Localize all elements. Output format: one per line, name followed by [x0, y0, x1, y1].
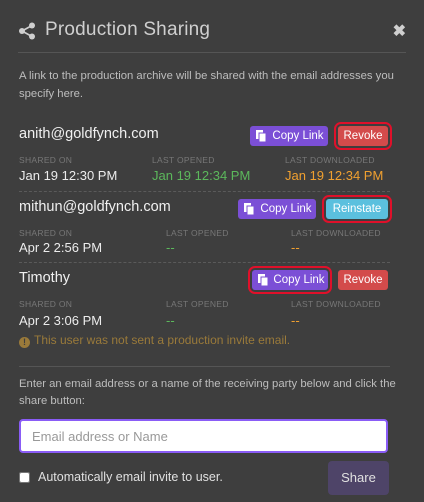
intro-text: A link to the production archive will be…	[19, 70, 394, 100]
shared-on-value: Jan 19 12:30 PM	[19, 168, 118, 183]
revoke-button[interactable]: Revoke	[334, 122, 392, 150]
invite-warning: ! This user was not sent a production inv…	[19, 333, 290, 348]
last-opened-label: LAST OPENED	[166, 228, 229, 238]
shared-on-label: SHARED ON	[19, 299, 73, 309]
auto-email-label: Automatically email invite to user.	[38, 470, 223, 484]
shared-on-label: SHARED ON	[19, 155, 73, 165]
shared-on-label: SHARED ON	[19, 228, 73, 238]
copy-link-button[interactable]: Copy Link	[238, 199, 316, 219]
dialog-header: Production Sharing ✖	[18, 18, 406, 53]
document-icon	[258, 274, 268, 286]
recipient-name: mithun@goldfynch.com	[19, 199, 171, 215]
divider	[19, 191, 390, 192]
document-icon	[256, 130, 266, 142]
share-instructions: Enter an email address or a name of the …	[19, 378, 396, 407]
document-icon	[244, 203, 254, 215]
last-opened-value: Jan 19 12:34 PM	[152, 168, 251, 183]
last-downloaded-label: LAST DOWNLOADED	[285, 155, 375, 165]
recipient-name: Timothy	[19, 270, 71, 286]
last-opened-label: LAST OPENED	[166, 299, 229, 309]
share-icon	[19, 22, 35, 40]
last-opened-value: --	[166, 313, 175, 328]
last-opened-value: --	[166, 240, 175, 255]
warning-text: This user was not sent a production invi…	[34, 333, 291, 347]
last-downloaded-label: LAST DOWNLOADED	[291, 228, 381, 238]
revoke-button[interactable]: Revoke	[338, 270, 388, 290]
exclamation-circle-icon: !	[19, 337, 30, 348]
shared-on-value: Apr 2 3:06 PM	[19, 313, 103, 328]
divider	[19, 366, 390, 367]
last-downloaded-value: --	[291, 240, 300, 255]
share-button[interactable]: Share	[328, 461, 389, 495]
email-or-name-input[interactable]	[19, 419, 388, 453]
last-opened-label: LAST OPENED	[152, 155, 215, 165]
reinstate-button[interactable]: Reinstate	[322, 195, 392, 223]
divider	[19, 262, 390, 263]
close-icon[interactable]: ✖	[393, 21, 406, 41]
last-downloaded-value: --	[291, 313, 300, 328]
dialog-title: Production Sharing	[45, 19, 211, 40]
auto-email-checkbox[interactable]	[19, 472, 30, 483]
recipient-name: anith@goldfynch.com	[19, 126, 159, 142]
copy-link-button[interactable]: Copy Link	[248, 266, 332, 294]
shared-on-value: Apr 2 2:56 PM	[19, 240, 103, 255]
last-downloaded-value: Jan 19 12:34 PM	[285, 168, 384, 183]
last-downloaded-label: LAST DOWNLOADED	[291, 299, 381, 309]
copy-link-button[interactable]: Copy Link	[250, 126, 328, 146]
